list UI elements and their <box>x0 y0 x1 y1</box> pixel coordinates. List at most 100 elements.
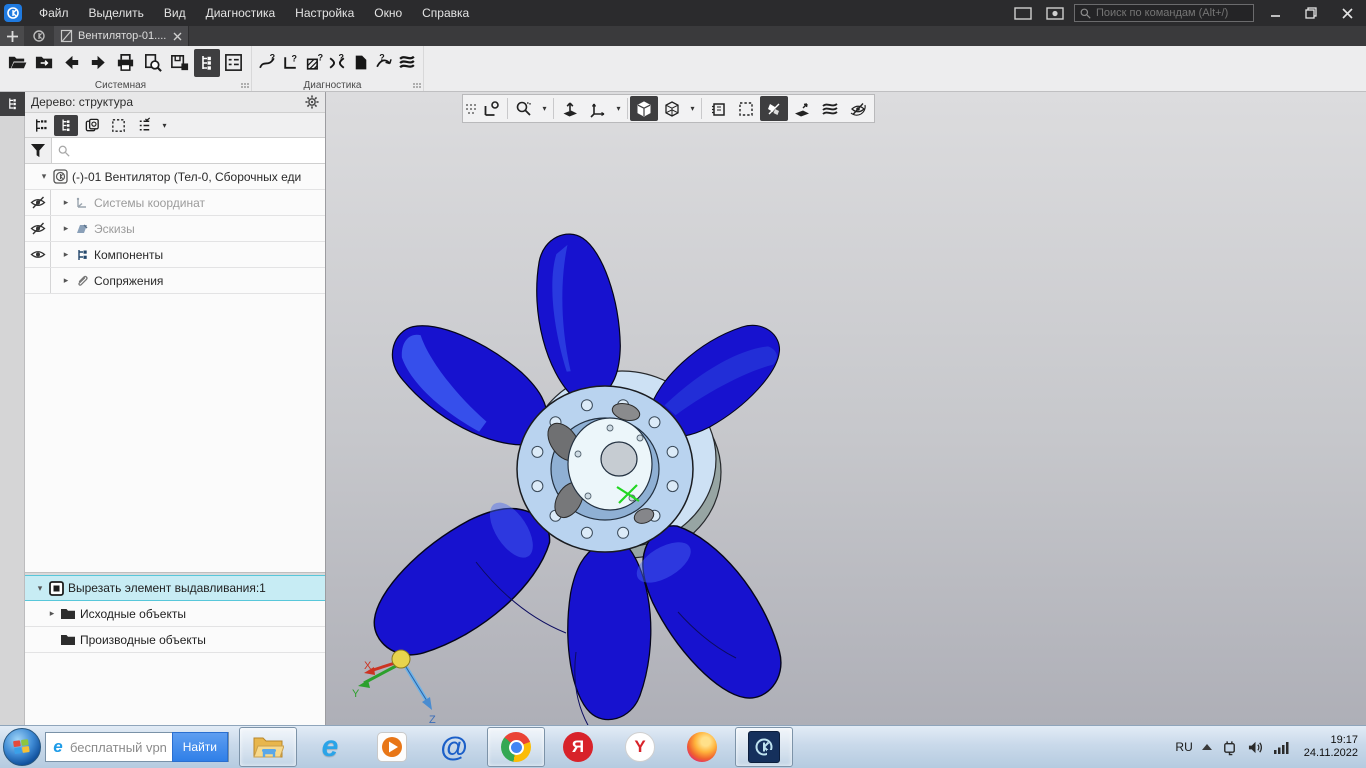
menu-select[interactable]: Выделить <box>80 2 153 24</box>
menu-file[interactable]: Файл <box>30 2 78 24</box>
tree-row-coordinate-systems[interactable]: Системы координат <box>25 190 325 216</box>
command-search-box[interactable] <box>1074 4 1254 22</box>
expander-icon[interactable] <box>59 197 73 208</box>
filter-funnel-icon[interactable] <box>25 138 52 163</box>
taskbar-search-input[interactable] <box>70 740 172 755</box>
tree-panel-tab[interactable] <box>0 92 25 116</box>
taskbar-internet-explorer[interactable]: e <box>301 727 359 767</box>
minimize-button[interactable] <box>1260 2 1290 24</box>
eye-crossed-icon[interactable] <box>30 196 46 209</box>
visibility-gutter[interactable] <box>25 216 51 241</box>
tab-close-icon[interactable] <box>173 32 182 41</box>
language-indicator[interactable]: RU <box>1175 740 1192 754</box>
taskbar-yandex-browser[interactable]: Y <box>611 727 669 767</box>
orientation-button[interactable] <box>477 96 505 121</box>
chevron-down-icon[interactable] <box>158 113 171 138</box>
window-layout-icon[interactable] <box>1010 4 1036 22</box>
tree-build-order-button[interactable] <box>28 115 52 136</box>
taskbar-search-box[interactable]: e Найти <box>45 732 229 762</box>
check-curvature-button[interactable]: ? <box>326 49 348 77</box>
expander-icon[interactable] <box>33 583 47 594</box>
taskbar-mail[interactable]: @ <box>425 727 483 767</box>
tab-ventilator-01[interactable]: Вентилятор-01.... <box>54 26 189 46</box>
3d-viewport[interactable]: X Y Z <box>326 92 1366 725</box>
section-view-button[interactable] <box>704 96 732 121</box>
menu-window[interactable]: Окно <box>365 2 411 24</box>
tree-row-sketches[interactable]: Эскизы <box>25 216 325 242</box>
taskbar-chrome[interactable] <box>487 727 545 767</box>
redo-button[interactable] <box>85 49 111 77</box>
menu-settings[interactable]: Настройка <box>286 2 363 24</box>
check-body-button[interactable] <box>350 49 372 77</box>
feature-row-cut-extrude[interactable]: Вырезать элемент выдавливания:1 <box>25 575 325 601</box>
expander-icon[interactable] <box>45 608 59 619</box>
undo-button[interactable] <box>58 49 84 77</box>
visibility-gutter[interactable] <box>25 190 51 215</box>
gear-icon[interactable] <box>305 95 319 109</box>
screen-settings-icon[interactable] <box>1042 4 1068 22</box>
blade-top[interactable] <box>530 230 626 405</box>
select-area-button[interactable] <box>106 115 130 136</box>
check-curve-smoothness-button[interactable]: ? <box>256 49 278 77</box>
tree-search-input[interactable] <box>76 145 319 157</box>
open-recent-button[interactable] <box>31 49 57 77</box>
menu-view[interactable]: Вид <box>155 2 195 24</box>
chevron-down-icon[interactable] <box>538 96 551 121</box>
expander-icon[interactable] <box>37 171 51 182</box>
filter-list-button[interactable] <box>132 115 156 136</box>
wireframe-display-button[interactable] <box>658 96 686 121</box>
feature-row-source-objects[interactable]: Исходные объекты <box>25 601 325 627</box>
fan-hub[interactable] <box>517 386 693 552</box>
hide-objects-button[interactable] <box>844 96 872 121</box>
feature-row-derived-objects[interactable]: Производные объекты <box>25 627 325 653</box>
tree-structure-button[interactable] <box>194 49 220 77</box>
zebra-stripes-button[interactable] <box>397 49 419 77</box>
taskbar-explorer[interactable] <box>239 727 297 767</box>
menu-help[interactable]: Справка <box>413 2 478 24</box>
tree-row-root[interactable]: (-)-01 Вентилятор (Тел-0, Сборочных еди <box>25 164 325 190</box>
check-direction-button[interactable]: ? <box>373 49 395 77</box>
expander-icon[interactable] <box>59 249 73 260</box>
shaded-display-button[interactable] <box>630 96 658 121</box>
insert-frame-button[interactable] <box>167 49 193 77</box>
group-grip[interactable] <box>413 83 421 88</box>
tree-row-mates[interactable]: Сопряжения <box>25 268 325 294</box>
visibility-gutter[interactable] <box>25 242 51 267</box>
chevron-down-icon[interactable] <box>686 96 699 121</box>
normal-to-button[interactable] <box>556 96 584 121</box>
eye-open-icon[interactable] <box>30 249 46 260</box>
zebra-check-button[interactable] <box>816 96 844 121</box>
eye-crossed-icon[interactable] <box>30 222 46 235</box>
select-region-button[interactable] <box>732 96 760 121</box>
print-preview-button[interactable] <box>140 49 166 77</box>
section-plane-button[interactable] <box>788 96 816 121</box>
taskbar-firefox[interactable] <box>673 727 731 767</box>
print-button[interactable] <box>112 49 138 77</box>
group-grip[interactable] <box>241 83 249 88</box>
taskbar-kompas[interactable] <box>735 727 793 767</box>
tree-row-components[interactable]: Компоненты <box>25 242 325 268</box>
start-button[interactable] <box>3 728 41 766</box>
zoom-area-button[interactable] <box>510 96 538 121</box>
open-document-button[interactable] <box>4 49 30 77</box>
toolbar-drag-handle[interactable] <box>465 96 477 121</box>
check-surface-button[interactable]: ? <box>303 49 325 77</box>
parameters-panel-button[interactable] <box>221 49 247 77</box>
new-tab-button[interactable] <box>0 26 24 46</box>
clock[interactable]: 19:17 24.11.2022 <box>1300 734 1358 760</box>
tree-search-box[interactable] <box>52 138 325 163</box>
expander-icon[interactable] <box>59 275 73 286</box>
find-button[interactable]: Найти <box>172 732 228 762</box>
show-copies-button[interactable] <box>80 115 104 136</box>
restore-button[interactable] <box>1296 2 1326 24</box>
fan-model[interactable]: X Y Z <box>326 92 1366 725</box>
command-search-input[interactable] <box>1096 7 1248 19</box>
show-hidden-icons-button[interactable] <box>1202 744 1212 750</box>
clip-model-button[interactable] <box>760 96 788 121</box>
taskbar-yandex[interactable]: Я <box>549 727 607 767</box>
chevron-down-icon[interactable] <box>612 96 625 121</box>
start-page-icon[interactable] <box>24 26 54 46</box>
power-plug-icon[interactable] <box>1221 739 1238 756</box>
tree-structure-view-button[interactable] <box>54 115 78 136</box>
close-button[interactable] <box>1332 2 1362 24</box>
